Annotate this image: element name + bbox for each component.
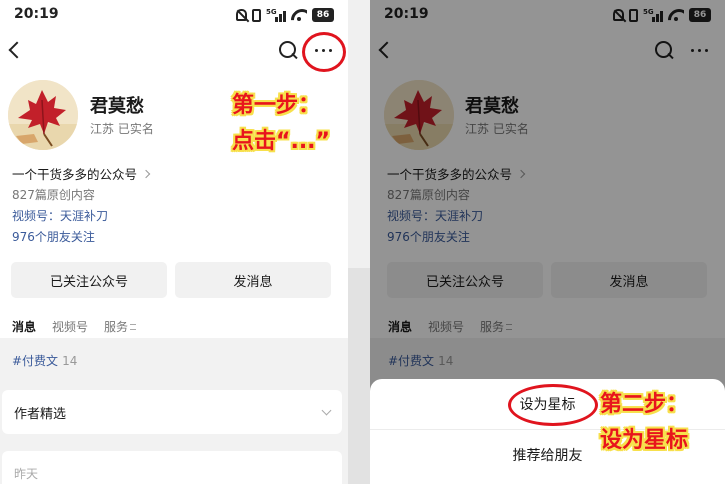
send-message-button[interactable]: 发消息: [175, 262, 331, 298]
yesterday-card: 昨天: [2, 451, 342, 484]
panel-gutter: [348, 0, 370, 484]
account-description[interactable]: 一个干货多多的公众号: [12, 164, 151, 183]
tab-bar: 消息 视频号 服务: [12, 318, 137, 340]
status-bar: 20:19 5G 86: [0, 0, 348, 30]
step2-callout: 第二步： 设为星标: [600, 387, 688, 459]
menu-icon: [130, 324, 137, 330]
step1-line2: 点击“...”: [232, 129, 330, 154]
chevron-down-icon: [321, 405, 332, 415]
step1-callout: 第一步： 点击“...”: [232, 88, 330, 160]
friends-following-link[interactable]: 976个朋友关注: [12, 228, 95, 245]
signal-icon: 5G: [266, 8, 286, 22]
video-channel-link[interactable]: 视频号：天涯补刀: [12, 207, 108, 224]
more-button-highlight: [302, 32, 346, 72]
step2-line1: 第二步：: [600, 392, 689, 417]
avatar[interactable]: [8, 80, 78, 150]
chevron-right-icon: [141, 169, 151, 178]
yesterday-label: 昨天: [14, 466, 39, 481]
account-name: 君莫愁: [90, 96, 144, 117]
maple-leaf-avatar-image: [8, 80, 78, 150]
mute-icon: [236, 9, 247, 21]
search-icon[interactable]: [276, 38, 300, 62]
topic-tag[interactable]: #付费文 14: [12, 352, 77, 369]
set-star-highlight: [508, 384, 598, 426]
left-screenshot: 20:19 5G 86 君莫愁 江苏 已实名 第一步： 点击“...” 一个干货…: [0, 0, 348, 484]
articles-count: 827篇原创内容: [12, 188, 95, 202]
status-time: 20:19: [14, 6, 59, 22]
back-arrow-icon[interactable]: [4, 38, 28, 62]
featured-section-card[interactable]: 作者精选: [2, 390, 342, 434]
featured-section-label: 作者精选: [14, 406, 67, 422]
vibrate-icon: [252, 8, 261, 22]
tab-services[interactable]: 服务: [104, 318, 137, 335]
navbar: [0, 30, 348, 70]
tab-messages[interactable]: 消息: [12, 318, 37, 340]
status-icons: 5G 86: [236, 7, 334, 23]
description-text: 一个干货多多的公众号: [12, 167, 138, 182]
followed-button[interactable]: 已关注公众号: [11, 262, 167, 298]
wifi-icon: [291, 9, 307, 21]
step1-line1: 第一步：: [232, 93, 321, 118]
tab-video[interactable]: 视频号: [52, 318, 88, 335]
account-location: 江苏 已实名: [90, 122, 154, 136]
battery-icon: 86: [312, 8, 334, 22]
step2-line2: 设为星标: [600, 428, 689, 453]
